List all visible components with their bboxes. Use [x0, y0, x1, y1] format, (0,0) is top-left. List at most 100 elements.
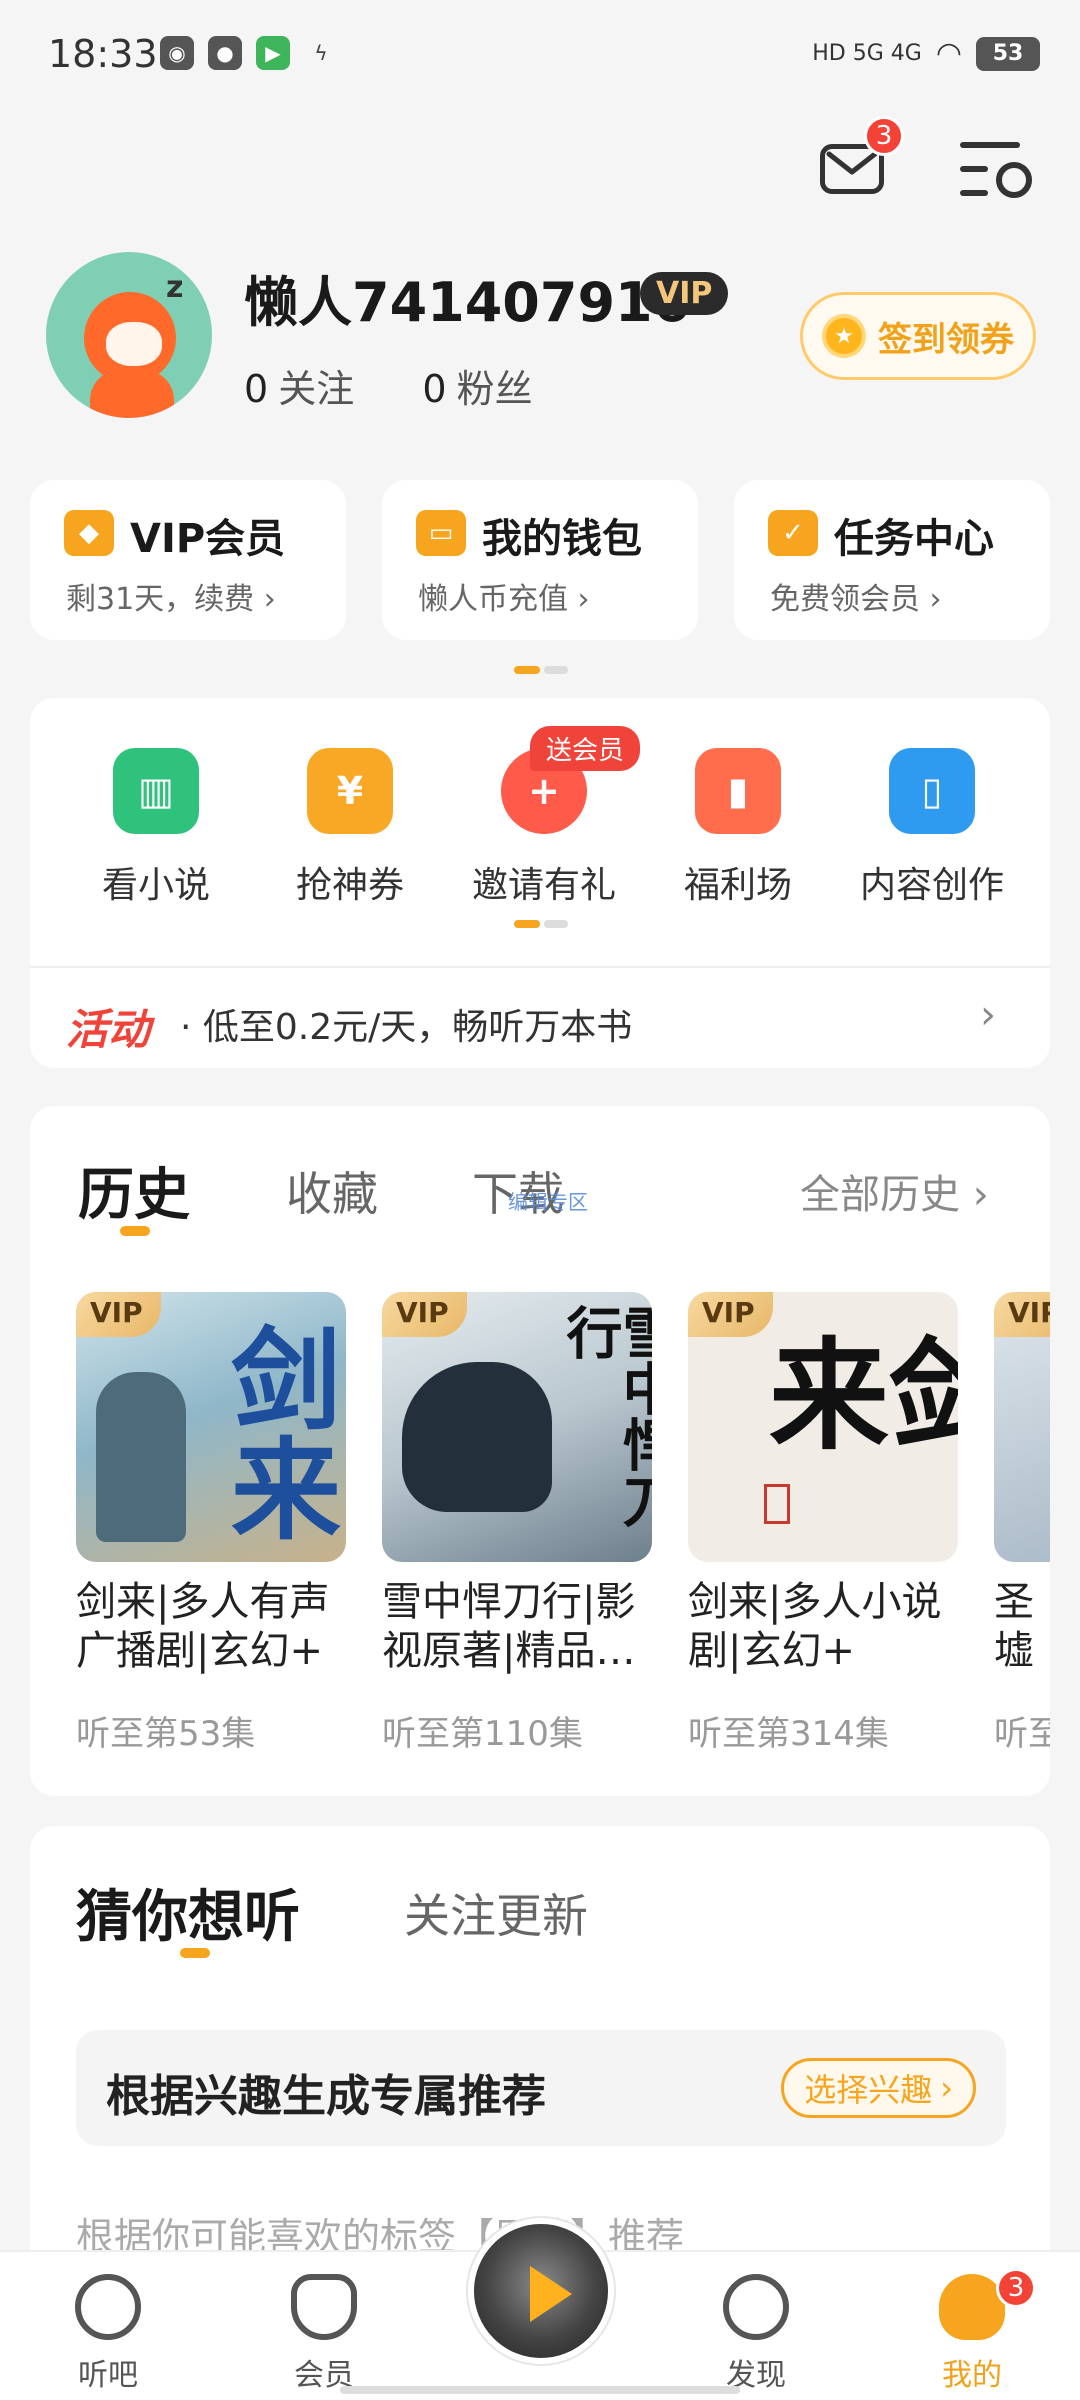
func-read-novel[interactable]: ▥ 看小说	[66, 748, 246, 908]
gear-icon	[996, 162, 1032, 198]
following-label: 关注	[278, 367, 355, 411]
home-indicator	[340, 2386, 740, 2394]
book-title[interactable]: 剑来|多人有声广播剧|玄幻+	[76, 1578, 346, 1676]
checkin-button[interactable]: ★ 签到领券	[800, 292, 1036, 380]
wallet-card[interactable]: ▭ 我的钱包 懒人币充值 ›	[382, 480, 698, 640]
follow-stats: 0 关注 0 粉丝	[244, 358, 533, 413]
fans-count: 0	[422, 367, 447, 411]
page-dot-active	[514, 920, 540, 928]
chat-notification-icon: ●	[208, 36, 242, 70]
nav-listen[interactable]: 听吧	[38, 2274, 178, 2394]
tab-active-indicator	[120, 1226, 150, 1236]
mail-flap-icon	[826, 151, 878, 175]
book-icon: ▥	[113, 748, 199, 834]
func-grab-coupon[interactable]: ¥ 抢神券	[260, 748, 440, 908]
following-stat[interactable]: 0 关注	[244, 367, 354, 411]
card-subtitle: 剩31天，续费 ›	[66, 582, 276, 617]
cover-title-art: 雪中悍刀行	[557, 1304, 652, 1528]
notification-icons: ◉ ● ▶ ϟ	[160, 36, 338, 70]
network-indicator: HD 5G 4G	[812, 41, 922, 66]
function-page-indicator	[514, 920, 568, 928]
page-dot-active	[514, 666, 540, 674]
book-cover[interactable]: 剑来 VIP	[76, 1292, 346, 1562]
nav-member[interactable]: 会员	[254, 2274, 394, 2394]
card-title: 任务中心	[834, 516, 994, 562]
book-title[interactable]: 剑来|多人小说剧|玄幻+	[688, 1578, 958, 1676]
cover-seal	[764, 1484, 790, 1524]
activity-text: · 低至0.2元/天，畅听万本书	[180, 1007, 633, 1048]
play-notification-icon: ▶	[256, 36, 290, 70]
func-label: 内容创作	[859, 865, 1004, 906]
listen-disc-icon	[75, 2274, 141, 2340]
func-welfare[interactable]: ▮ 福利场	[648, 748, 828, 908]
func-content-creation[interactable]: ▯ 内容创作	[842, 748, 1022, 908]
book-progress: 听至第110集	[382, 1714, 583, 1754]
vip-badge: VIP	[640, 272, 729, 315]
tab-guess-you-like[interactable]: 猜你想听	[76, 1872, 300, 1953]
following-count: 0	[244, 367, 269, 411]
nav-discover[interactable]: 发现	[686, 2274, 826, 2394]
book-cover: VIP	[994, 1292, 1050, 1562]
book-progress: 听至第314集	[688, 1714, 889, 1754]
func-invite[interactable]: + 邀请有礼	[454, 748, 634, 908]
tab-active-indicator	[180, 1948, 210, 1958]
system-status-icons: HD 5G 4G ◠ 53	[812, 36, 1040, 71]
task-center-card[interactable]: ✓ 任务中心 免费领会员 ›	[734, 480, 1050, 640]
tab-history[interactable]: 历史	[78, 1150, 190, 1231]
profile-mascot-icon	[939, 2274, 1005, 2340]
chevron-right-icon: ›	[940, 2069, 953, 2107]
task-calendar-icon: ✓	[768, 510, 818, 556]
all-history-link[interactable]: 全部历史 ›	[800, 1162, 989, 1220]
sleep-z-icon: z	[166, 270, 184, 305]
settings-menu-button[interactable]	[960, 138, 1032, 200]
status-bar: 18:33 ◉ ● ▶ ϟ HD 5G 4G ◠ 53	[0, 0, 1080, 110]
cover-figure	[402, 1362, 552, 1512]
book-progress: 听至第53集	[76, 1714, 256, 1754]
rec-text: 根据兴趣生成专属推荐	[106, 2071, 546, 2122]
tab-favorites[interactable]: 收藏	[286, 1158, 378, 1224]
checkin-label: 签到领券	[878, 319, 1014, 360]
menu-line	[960, 190, 988, 196]
func-label: 邀请有礼	[471, 865, 616, 906]
vip-diamond-icon: ◆	[64, 510, 114, 556]
avatar[interactable]: z	[46, 252, 212, 418]
interest-recommendation-box: 根据兴趣生成专属推荐 选择兴趣 ›	[76, 2030, 1006, 2146]
bolt-notification-icon: ϟ	[314, 41, 328, 65]
book-title[interactable]: 雪中悍刀行|影视原著|精品…	[382, 1578, 652, 1676]
card-subtitle: 免费领会员 ›	[770, 582, 942, 617]
star-coin-icon: ★	[822, 314, 866, 358]
card-title: VIP会员	[130, 516, 286, 562]
cover-title-art: 剑来	[748, 1332, 958, 1452]
fans-stat[interactable]: 0 粉丝	[422, 367, 532, 411]
card-subtitle: 懒人币充值 ›	[418, 582, 590, 617]
nav-label: 听吧	[78, 2358, 138, 2393]
choose-interest-button[interactable]: 选择兴趣 ›	[781, 2058, 976, 2118]
vip-corner-badge: VIP	[688, 1292, 773, 1337]
card-page-indicator	[514, 666, 568, 674]
message-button[interactable]: 3	[820, 116, 904, 196]
page-dot	[544, 666, 568, 674]
wifi-icon: ◠	[935, 36, 962, 71]
nav-mine[interactable]: 我的 3	[902, 2268, 1042, 2394]
username[interactable]: 懒人741407916	[244, 258, 690, 337]
book-cover[interactable]: 剑来 VIP	[688, 1292, 958, 1562]
cover-figure	[96, 1372, 186, 1542]
creator-screen-icon: ▯	[889, 748, 975, 834]
gift-box-icon: ▮	[695, 748, 781, 834]
wallet-icon: ▭	[416, 510, 466, 556]
activity-banner[interactable]: 活动 · 低至0.2元/天，畅听万本书 ›	[30, 968, 1050, 1068]
tab-follow-updates[interactable]: 关注更新	[404, 1880, 588, 1946]
book-cover[interactable]: 雪中悍刀行 VIP	[382, 1292, 652, 1562]
status-time: 18:33	[48, 32, 158, 76]
vip-member-card[interactable]: ◆ VIP会员 剩31天，续费 ›	[30, 480, 346, 640]
func-label: 抢神券	[295, 865, 404, 906]
overlay-text: 编辑专区	[508, 1190, 588, 1214]
vip-corner-badge: VIP	[994, 1292, 1050, 1337]
book-title: 圣墟作|	[994, 1579, 1047, 1678]
discover-planet-icon	[723, 2274, 789, 2340]
chevron-right-icon: ›	[980, 992, 996, 1038]
now-playing-button[interactable]	[468, 2218, 614, 2364]
partial-book[interactable]: VIP 圣墟作| 听至	[994, 1292, 1050, 1812]
coupon-icon: ¥	[307, 748, 393, 834]
vip-corner-badge: VIP	[76, 1292, 161, 1337]
